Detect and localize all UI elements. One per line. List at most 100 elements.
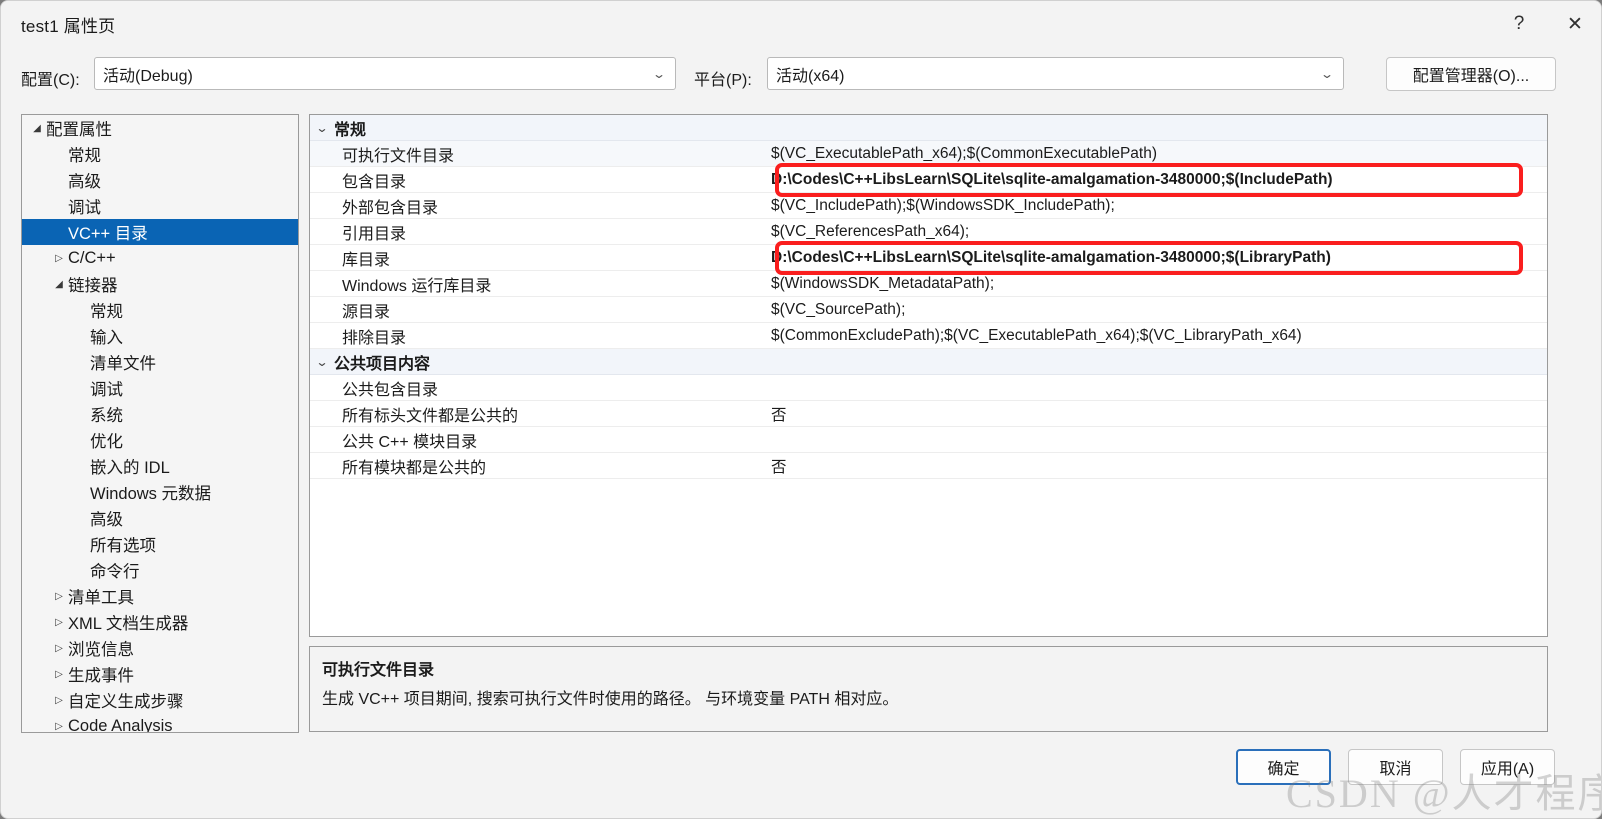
tree-item-label: 清单工具 (68, 589, 134, 607)
tree-item[interactable]: 常规 (22, 297, 298, 323)
platform-dropdown[interactable]: 活动(x64) ⌄ (767, 57, 1344, 90)
grid-property-value[interactable]: D:\Codes\C++LibsLearn\SQLite\sqlite-amal… (762, 171, 1333, 189)
tree-item[interactable]: ▷ 生成事件 (22, 661, 298, 687)
tree-item[interactable]: ▷ XML 文档生成器 (22, 609, 298, 635)
tree-item-label: Windows 元数据 (90, 485, 212, 503)
tree-item[interactable]: 所有选项 (22, 531, 298, 557)
grid-property-value[interactable]: $(VC_SourcePath); (762, 301, 905, 319)
grid-property-value[interactable]: $(VC_ReferencesPath_x64); (762, 223, 969, 241)
description-text: 生成 VC++ 项目期间, 搜索可执行文件时使用的路径。 与环境变量 PATH … (322, 691, 899, 708)
grid-property-row[interactable]: 所有模块都是公共的 否 (310, 453, 1547, 479)
grid-property-value[interactable]: D:\Codes\C++LibsLearn\SQLite\sqlite-amal… (762, 249, 1331, 267)
grid-property-row[interactable]: 包含目录 D:\Codes\C++LibsLearn\SQLite\sqlite-… (310, 167, 1547, 193)
grid-property-row[interactable]: 公共包含目录 (310, 375, 1547, 401)
grid-property-value[interactable]: $(WindowsSDK_MetadataPath); (762, 275, 994, 293)
grid-category-label: 公共项目内容 (334, 355, 431, 373)
grid-property-value[interactable]: $(VC_IncludePath);$(WindowsSDK_IncludePa… (762, 197, 1115, 215)
cancel-button[interactable]: 取消 (1348, 749, 1443, 785)
expanded-twisty-icon[interactable]: ◢ (30, 123, 44, 134)
tree-item[interactable]: 调试 (22, 375, 298, 401)
tree-item[interactable]: 嵌入的 IDL (22, 453, 298, 479)
tree-item[interactable]: 优化 (22, 427, 298, 453)
grid-property-value[interactable]: $(CommonExcludePath);$(VC_ExecutablePath… (762, 327, 1302, 345)
chevron-down-icon[interactable]: ⌄ (310, 355, 338, 369)
chevron-down-icon[interactable]: ⌄ (310, 121, 338, 135)
grid-property-name: 所有模块都是公共的 (342, 459, 487, 477)
tree-item[interactable]: ▷ Code Analysis (22, 713, 298, 733)
help-icon[interactable]: ? (1491, 1, 1547, 47)
platform-label: 平台(P): (694, 72, 752, 89)
tree-item-label: 常规 (90, 303, 123, 321)
collapsed-twisty-icon[interactable]: ▷ (52, 253, 66, 264)
apply-button[interactable]: 应用(A) (1460, 749, 1555, 785)
grid-property-row[interactable]: 库目录 D:\Codes\C++LibsLearn\SQLite\sqlite-a… (310, 245, 1547, 271)
title-bar: test1 属性页 ? ✕ (1, 1, 1601, 47)
tree-item[interactable]: ◢ 配置属性 (22, 115, 298, 141)
tree-item[interactable]: 高级 (22, 505, 298, 531)
grid-category-row[interactable]: ⌄ 常规 (310, 115, 1547, 141)
grid-property-value[interactable]: $(VC_ExecutablePath_x64);$(CommonExecuta… (762, 145, 1157, 163)
tree-item[interactable]: 高级 (22, 167, 298, 193)
tree-item-label: 高级 (90, 511, 123, 529)
property-grid[interactable]: ⌄ 常规 可执行文件目录 $(VC_ExecutablePath_x64);$(Com… (309, 114, 1548, 637)
tree-item[interactable]: VC++ 目录 (22, 219, 298, 245)
tree-item[interactable]: Windows 元数据 (22, 479, 298, 505)
configuration-manager-button[interactable]: 配置管理器(O)... (1386, 57, 1556, 91)
tree-item-label: 所有选项 (90, 537, 156, 555)
tree-item[interactable]: ◢ 链接器 (22, 271, 298, 297)
configuration-dropdown[interactable]: 活动(Debug) ⌄ (94, 57, 676, 90)
tree-item[interactable]: ▷ 浏览信息 (22, 635, 298, 661)
tree-item[interactable]: 系统 (22, 401, 298, 427)
tree-item[interactable]: ▷ 自定义生成步骤 (22, 687, 298, 713)
tree-item[interactable]: ▷ C/C++ (22, 245, 298, 271)
tree-item-label: 命令行 (90, 563, 140, 581)
close-icon[interactable]: ✕ (1547, 1, 1601, 47)
collapsed-twisty-icon[interactable]: ▷ (52, 591, 66, 602)
grid-category-label: 常规 (334, 121, 367, 139)
tree-item[interactable]: 命令行 (22, 557, 298, 583)
ok-button[interactable]: 确定 (1236, 749, 1331, 785)
grid-property-name: 外部包含目录 (342, 199, 439, 217)
grid-property-row[interactable]: 可执行文件目录 $(VC_ExecutablePath_x64);$(Common… (310, 141, 1547, 167)
grid-property-name: 可执行文件目录 (342, 147, 455, 165)
grid-property-value[interactable]: 否 (762, 403, 787, 425)
configuration-value: 活动(Debug) (103, 67, 193, 85)
collapsed-twisty-icon[interactable]: ▷ (52, 695, 66, 706)
properties-dialog: test1 属性页 ? ✕ 配置(C): 平台(P): 活动(Debug) ⌄ … (0, 0, 1602, 819)
tree-item-label: 输入 (90, 329, 123, 347)
tree-item-label: Code Analysis (68, 716, 173, 733)
grid-property-row[interactable]: Windows 运行库目录 $(WindowsSDK_MetadataPath); (310, 271, 1547, 297)
tree-item-label: 链接器 (68, 277, 118, 295)
property-tree[interactable]: ◢ 配置属性 常规 高级 调试 VC++ 目录 ▷ C/C++ ◢ 链接器 常规 输入 清单文件 调试 系统… (21, 114, 299, 733)
tree-item-label: 生成事件 (68, 667, 134, 685)
grid-property-row[interactable]: 外部包含目录 $(VC_IncludePath);$(WindowsSDK_Inc… (310, 193, 1547, 219)
tree-item[interactable]: ▷ 清单工具 (22, 583, 298, 609)
grid-category-row[interactable]: ⌄ 公共项目内容 (310, 349, 1547, 375)
grid-property-row[interactable]: 排除目录 $(CommonExcludePath);$(VC_Executable… (310, 323, 1547, 349)
grid-property-name: 排除目录 (342, 329, 407, 347)
tree-item-label: 高级 (68, 173, 101, 191)
grid-property-row[interactable]: 所有标头文件都是公共的 否 (310, 401, 1547, 427)
expanded-twisty-icon[interactable]: ◢ (52, 279, 66, 290)
description-panel: 可执行文件目录 生成 VC++ 项目期间, 搜索可执行文件时使用的路径。 与环境… (309, 646, 1548, 732)
grid-property-row[interactable]: 引用目录 $(VC_ReferencesPath_x64); (310, 219, 1547, 245)
tree-item-label: 浏览信息 (68, 641, 134, 659)
collapsed-twisty-icon[interactable]: ▷ (52, 643, 66, 654)
tree-item-label: 调试 (68, 199, 101, 217)
tree-item[interactable]: 输入 (22, 323, 298, 349)
tree-item[interactable]: 清单文件 (22, 349, 298, 375)
tree-item-label: VC++ 目录 (68, 225, 148, 243)
tree-item[interactable]: 调试 (22, 193, 298, 219)
grid-property-name: 公共包含目录 (342, 381, 439, 399)
grid-property-row[interactable]: 公共 C++ 模块目录 (310, 427, 1547, 453)
collapsed-twisty-icon[interactable]: ▷ (52, 617, 66, 628)
collapsed-twisty-icon[interactable]: ▷ (52, 669, 66, 680)
grid-property-row[interactable]: 源目录 $(VC_SourcePath); (310, 297, 1547, 323)
grid-property-name: 公共 C++ 模块目录 (342, 433, 478, 451)
collapsed-twisty-icon[interactable]: ▷ (52, 721, 66, 732)
platform-value: 活动(x64) (776, 67, 845, 85)
tree-item[interactable]: 常规 (22, 141, 298, 167)
window-controls: ? ✕ (1491, 1, 1601, 47)
grid-property-value[interactable]: 否 (762, 455, 787, 477)
tree-item-label: 常规 (68, 147, 101, 165)
